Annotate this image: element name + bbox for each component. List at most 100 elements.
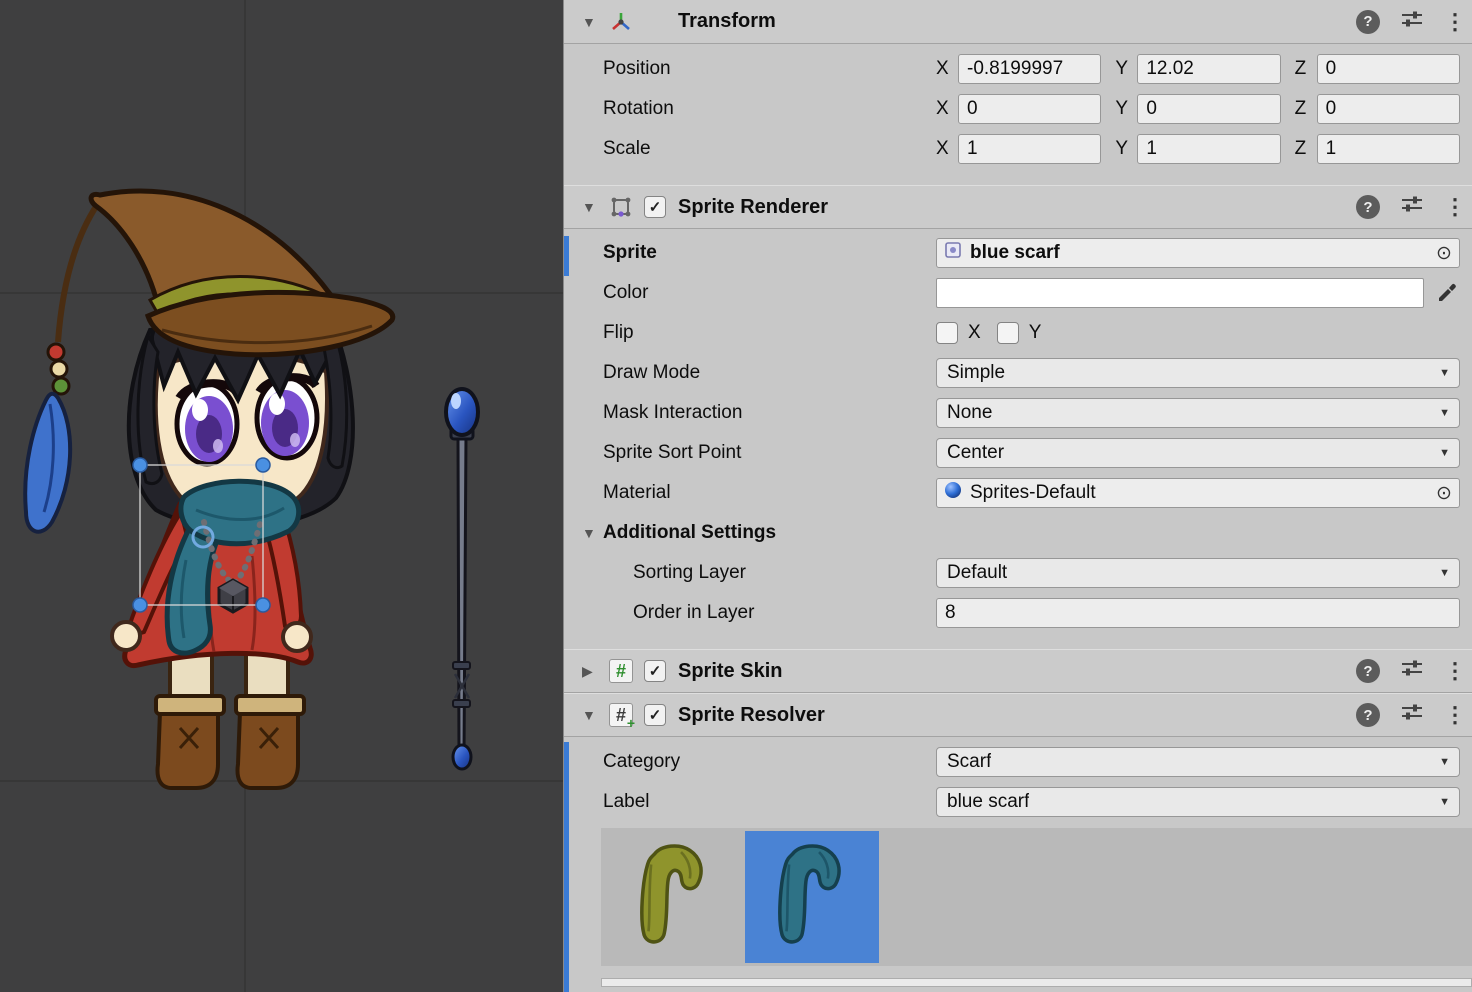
sprite-resolver-icon: #+ [608, 702, 634, 728]
position-x-input[interactable] [958, 54, 1101, 84]
sprite-variant-selector [601, 828, 1472, 966]
axis-x-label: X [936, 138, 958, 160]
axis-x-label: X [936, 58, 958, 80]
sorting-layer-row: Sorting Layer Default ▼ [564, 553, 1472, 593]
more-menu-icon[interactable]: ⋮ [1444, 660, 1458, 682]
chevron-down-icon: ▼ [1439, 756, 1450, 768]
foldout-open-icon[interactable]: ▼ [582, 199, 602, 215]
foldout-open-icon[interactable]: ▼ [582, 707, 602, 723]
sprite-selector-scrollbar[interactable] [601, 978, 1472, 987]
scene-view[interactable] [0, 0, 563, 992]
flip-x-label: X [968, 322, 981, 344]
material-object-field[interactable]: Sprites-Default ⊙ [936, 478, 1460, 508]
rotation-y-input[interactable] [1137, 94, 1280, 124]
flip-y-checkbox[interactable] [997, 322, 1019, 344]
mask-interaction-value: None [947, 402, 992, 424]
sprite-sort-point-dropdown[interactable]: Center ▼ [936, 438, 1460, 468]
position-label: Position [603, 58, 936, 80]
category-dropdown[interactable]: Scarf ▼ [936, 747, 1460, 777]
draw-mode-label: Draw Mode [603, 362, 936, 384]
help-icon[interactable]: ? [1356, 703, 1380, 727]
preset-icon[interactable] [1400, 700, 1424, 730]
sprite-renderer-header[interactable]: ▼ ✓ Sprite Renderer ? ⋮ [564, 185, 1472, 229]
preset-icon[interactable] [1400, 656, 1424, 686]
preset-icon[interactable] [1400, 7, 1424, 37]
axis-z-label: Z [1295, 98, 1317, 120]
flip-x-checkbox[interactable] [936, 322, 958, 344]
order-in-layer-input[interactable] [936, 598, 1460, 628]
foldout-closed-icon[interactable]: ▶ [582, 663, 602, 680]
scale-x-input[interactable] [958, 134, 1101, 164]
preset-icon[interactable] [1400, 192, 1424, 222]
category-value: Scarf [947, 751, 991, 773]
object-picker-icon[interactable]: ⊙ [1429, 479, 1459, 507]
label-dropdown[interactable]: blue scarf ▼ [936, 787, 1460, 817]
rotation-z-input[interactable] [1317, 94, 1460, 124]
sorting-layer-label: Sorting Layer [603, 562, 936, 584]
sprite-row: Sprite blue scarf ⊙ [564, 233, 1472, 273]
color-swatch[interactable] [936, 278, 1424, 308]
sprite-renderer-body: Sprite blue scarf ⊙ Color [564, 229, 1472, 649]
prefab-override-bar-resolver [564, 742, 569, 992]
character-sprite[interactable] [25, 191, 393, 788]
more-menu-icon[interactable]: ⋮ [1444, 196, 1458, 218]
axis-x-label: X [936, 98, 958, 120]
left-eye [177, 383, 237, 464]
eyedropper-icon[interactable] [1434, 278, 1460, 308]
rotation-x-input[interactable] [958, 94, 1101, 124]
category-row: Category Scarf ▼ [564, 742, 1472, 782]
unity-cube-pendant [219, 580, 247, 612]
additional-settings-label: Additional Settings [603, 522, 936, 544]
component-enabled-checkbox[interactable]: ✓ [644, 660, 666, 682]
scale-label: Scale [603, 138, 936, 160]
additional-settings-row[interactable]: ▼ Additional Settings [564, 513, 1472, 553]
position-z-input[interactable] [1317, 54, 1460, 84]
right-boot [236, 696, 304, 788]
chevron-down-icon: ▼ [1439, 447, 1450, 459]
transform-header[interactable]: ▼ Transform ? ⋮ [564, 0, 1472, 44]
transform-body: Position X Y Z Rotation X Y Z Scale X [564, 44, 1472, 185]
sprite-skin-header[interactable]: ▶ # ✓ Sprite Skin ? ⋮ [564, 649, 1472, 693]
position-y-input[interactable] [1137, 54, 1280, 84]
material-row: Material Sprites-Default ⊙ [564, 473, 1472, 513]
sprite-variant-green-scarf[interactable] [607, 831, 741, 963]
material-object-name: Sprites-Default [970, 482, 1096, 504]
sprite-renderer-icon [608, 194, 634, 220]
help-icon[interactable]: ? [1356, 195, 1380, 219]
sorting-layer-dropdown[interactable]: Default ▼ [936, 558, 1460, 588]
sprite-variant-blue-scarf[interactable] [745, 831, 879, 963]
object-picker-icon[interactable]: ⊙ [1429, 239, 1459, 267]
left-boot [156, 696, 224, 788]
axis-z-label: Z [1295, 58, 1317, 80]
scale-z-input[interactable] [1317, 134, 1460, 164]
component-title: Transform [678, 10, 776, 33]
sprite-object-field[interactable]: blue scarf ⊙ [936, 238, 1460, 268]
scale-y-input[interactable] [1137, 134, 1280, 164]
component-enabled-checkbox[interactable]: ✓ [644, 196, 666, 218]
category-label: Category [603, 751, 936, 773]
more-menu-icon[interactable]: ⋮ [1444, 704, 1458, 726]
right-eye [257, 377, 317, 458]
help-icon[interactable]: ? [1356, 10, 1380, 34]
axis-z-label: Z [1295, 138, 1317, 160]
mask-interaction-dropdown[interactable]: None ▼ [936, 398, 1460, 428]
axis-y-label: Y [1115, 138, 1137, 160]
help-icon[interactable]: ? [1356, 659, 1380, 683]
foldout-open-icon[interactable]: ▼ [582, 14, 602, 30]
draw-mode-dropdown[interactable]: Simple ▼ [936, 358, 1460, 388]
scale-row: Scale X Y Z [564, 129, 1472, 169]
mask-interaction-row: Mask Interaction None ▼ [564, 393, 1472, 433]
chevron-down-icon: ▼ [1439, 407, 1450, 419]
sprite-object-name: blue scarf [970, 242, 1060, 264]
foldout-open-icon[interactable]: ▼ [582, 525, 602, 541]
staff-sprite[interactable] [446, 389, 478, 769]
label-row: Label blue scarf ▼ [564, 782, 1472, 822]
more-menu-icon[interactable]: ⋮ [1444, 11, 1458, 33]
material-label: Material [603, 482, 936, 504]
scene-canvas[interactable] [0, 0, 563, 992]
sprite-resolver-header[interactable]: ▼ #+ ✓ Sprite Resolver ? ⋮ [564, 693, 1472, 737]
chevron-down-icon: ▼ [1439, 796, 1450, 808]
component-enabled-checkbox[interactable]: ✓ [644, 704, 666, 726]
label-label: Label [603, 791, 936, 813]
flip-label: Flip [603, 322, 936, 344]
